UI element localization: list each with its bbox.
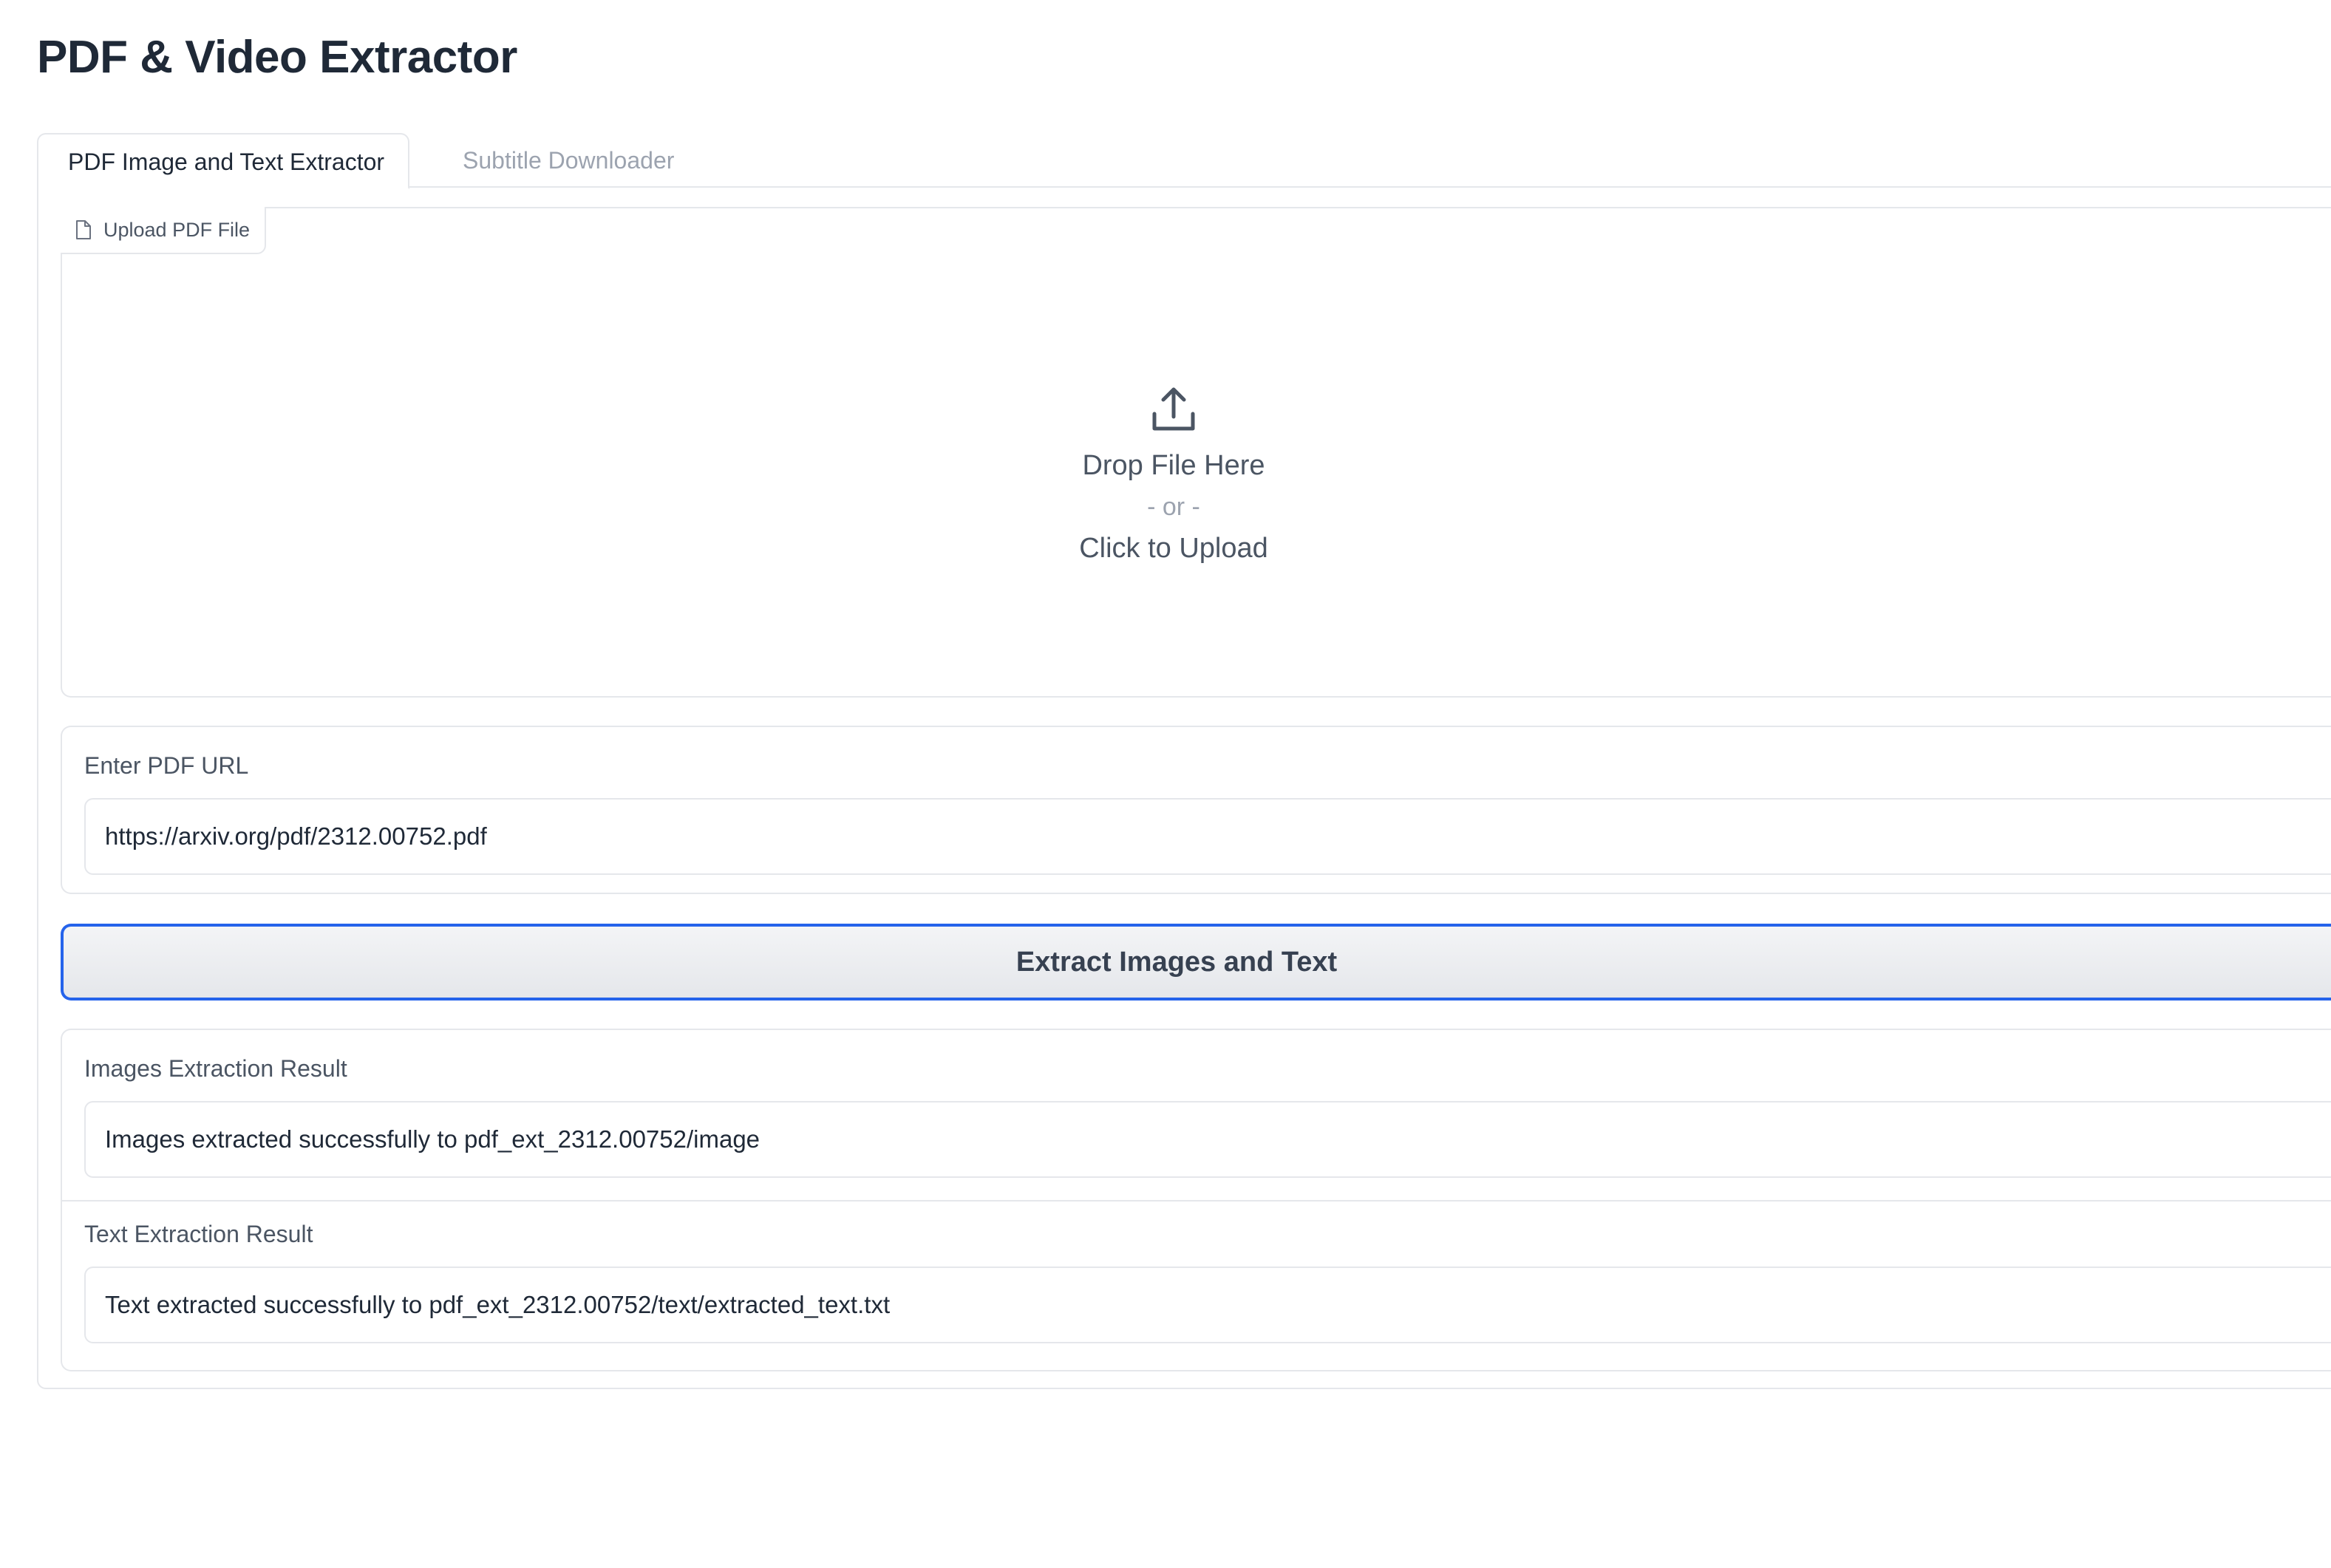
text-result-label: Text Extraction Result <box>84 1221 313 1247</box>
pdf-url-input[interactable] <box>84 798 2331 875</box>
results-block: Images Extraction Result Images extracte… <box>61 1029 2331 1371</box>
url-block: Enter PDF URL <box>61 726 2331 894</box>
results-divider <box>62 1200 2331 1201</box>
drop-zone-prompt[interactable]: Drop File Here - or - Click to Upload <box>952 384 1395 569</box>
images-result-label: Images Extraction Result <box>84 1055 347 1082</box>
upload-label-text: Upload PDF File <box>103 218 251 241</box>
tab-bar: PDF Image and Text Extractor Subtitle Do… <box>37 133 2331 189</box>
tab-subtitle-downloader[interactable]: Subtitle Downloader <box>433 133 704 188</box>
images-result-field[interactable]: Images extracted successfully to pdf_ext… <box>84 1101 2331 1178</box>
page-title: PDF & Video Extractor <box>37 32 517 83</box>
tab-pdf-extractor[interactable]: PDF Image and Text Extractor <box>37 133 409 189</box>
upload-label: Upload PDF File <box>61 207 267 254</box>
url-label: Enter PDF URL <box>84 752 249 779</box>
file-icon <box>76 220 91 239</box>
drop-file-text: Drop File Here <box>1082 450 1265 481</box>
extract-button[interactable]: Extract Images and Text <box>61 924 2331 1001</box>
drop-or-text: - or - <box>1147 493 1200 521</box>
text-result-field[interactable]: Text extracted successfully to pdf_ext_2… <box>84 1267 2331 1343</box>
extract-button-label: Extract Images and Text <box>1015 947 1338 978</box>
upload-icon <box>1152 387 1195 431</box>
click-to-upload-text: Click to Upload <box>1079 533 1268 564</box>
app-root: PDF & Video Extractor PDF Image and Text… <box>0 0 2331 1568</box>
